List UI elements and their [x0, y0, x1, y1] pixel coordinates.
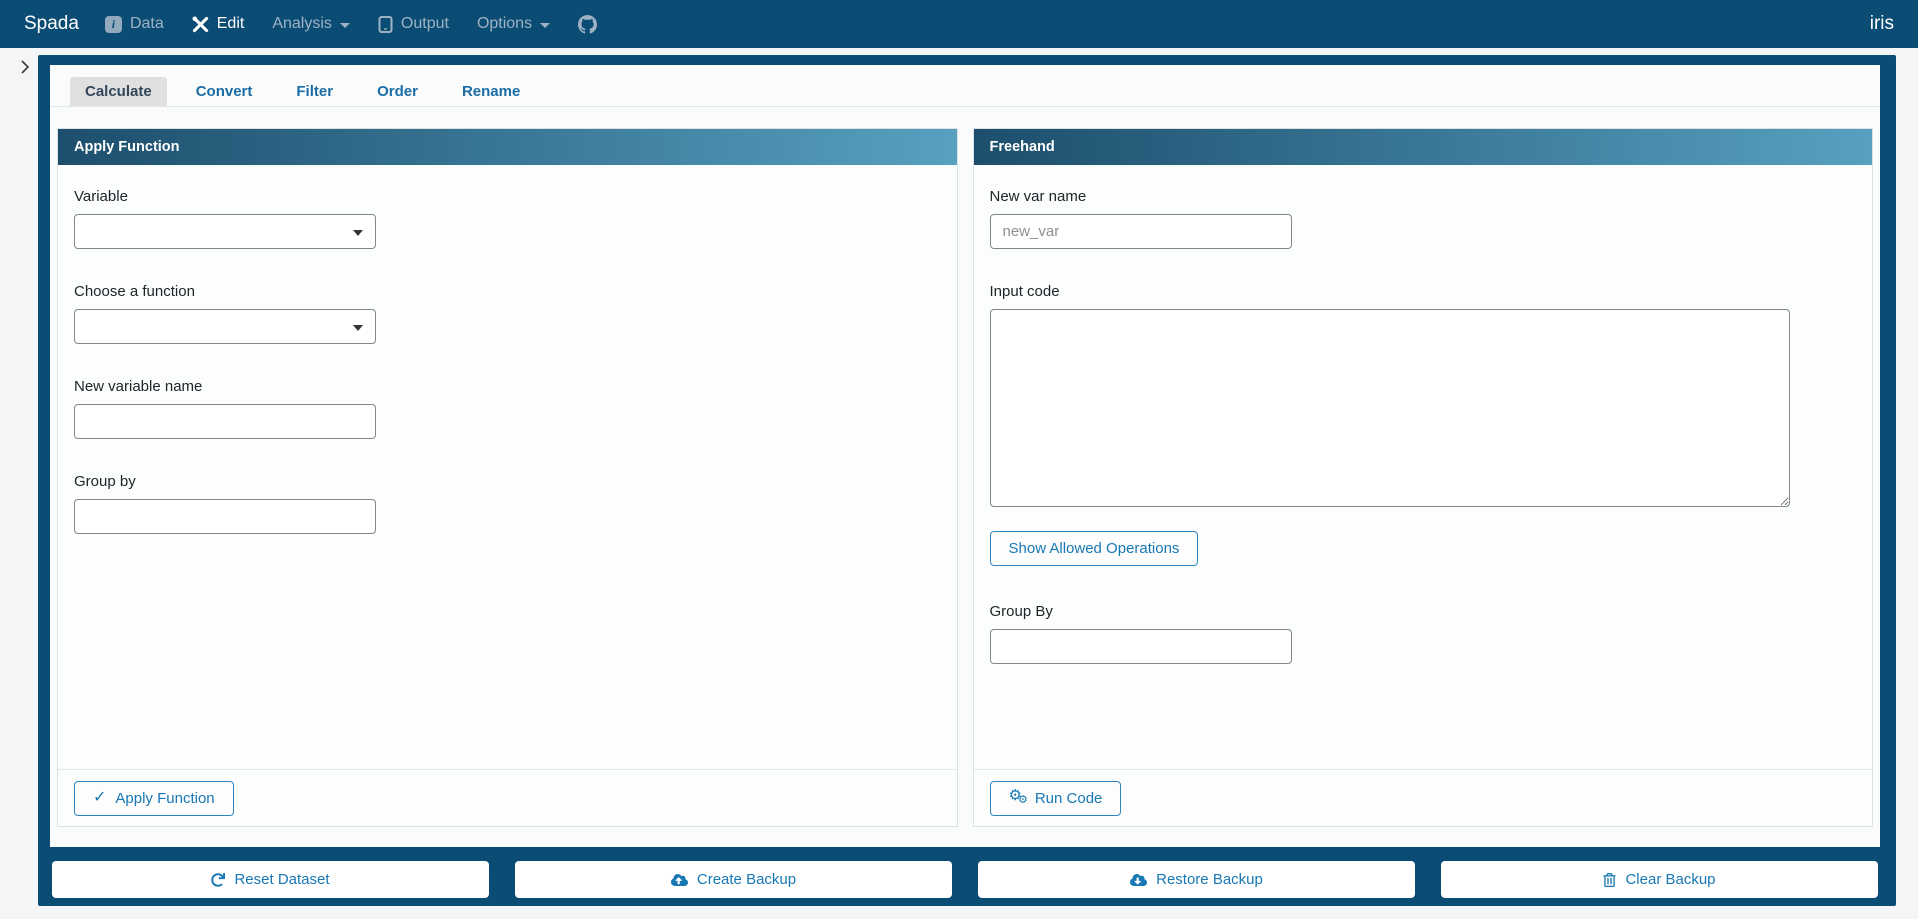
- group-by-input[interactable]: [74, 499, 376, 534]
- reset-dataset-label: Reset Dataset: [234, 871, 329, 888]
- restore-backup-button[interactable]: Restore Backup: [978, 861, 1415, 898]
- dropdown-caret-icon: [353, 325, 363, 331]
- check-icon: ✓: [93, 791, 106, 805]
- chevron-right-icon: [20, 59, 30, 80]
- freehand-panel: Freehand New var name Input code Show Al…: [973, 128, 1874, 827]
- caret-down-icon: [340, 23, 350, 28]
- apply-function-panel-footer: ✓ Apply Function: [58, 769, 957, 826]
- freehand-panel-body: New var name Input code Show Allowed Ope…: [974, 165, 1873, 769]
- brand-logo[interactable]: Spada: [24, 13, 79, 35]
- show-allowed-operations-button[interactable]: Show Allowed Operations: [990, 531, 1199, 566]
- nav-item-data[interactable]: i Data: [105, 15, 164, 33]
- cloud-download-icon: [1130, 873, 1147, 887]
- dataset-actions-strip: Reset Dataset Create Backup Restore Back…: [50, 847, 1880, 898]
- github-icon: [578, 15, 597, 34]
- function-select[interactable]: [74, 309, 376, 344]
- github-link[interactable]: [578, 15, 597, 34]
- cloud-upload-icon: [671, 873, 688, 887]
- main-frame: Calculate Convert Filter Order Rename Ap…: [38, 55, 1896, 906]
- caret-down-icon: [540, 23, 550, 28]
- freehand-group-by-label: Group By: [990, 602, 1857, 621]
- create-backup-button[interactable]: Create Backup: [515, 861, 952, 898]
- top-navbar: Spada i Data Edit Analysis Output: [0, 0, 1918, 48]
- tools-icon: [192, 16, 209, 33]
- apply-function-panel: Apply Function Variable Choose a functio…: [57, 128, 958, 827]
- new-var-name-input[interactable]: [990, 214, 1292, 249]
- nav-item-edit[interactable]: Edit: [192, 15, 245, 33]
- freehand-panel-title: Freehand: [974, 129, 1873, 165]
- nav-item-label: Output: [401, 15, 449, 33]
- nav-item-label: Data: [130, 15, 164, 33]
- edit-tabs: Calculate Convert Filter Order Rename: [50, 65, 1880, 107]
- nav-item-label: Analysis: [272, 15, 332, 33]
- nav-item-options[interactable]: Options: [477, 15, 550, 33]
- variable-select[interactable]: [74, 214, 376, 249]
- new-variable-name-label: New variable name: [74, 377, 941, 396]
- reset-dataset-button[interactable]: Reset Dataset: [52, 861, 489, 898]
- apply-function-button-label: Apply Function: [115, 790, 214, 807]
- sidebar-expand-toggle[interactable]: [15, 58, 35, 80]
- new-var-name-label: New var name: [990, 187, 1857, 206]
- redo-icon: [211, 873, 225, 887]
- restore-backup-label: Restore Backup: [1156, 871, 1263, 888]
- run-code-button[interactable]: ⚙⚙ Run Code: [990, 781, 1122, 816]
- clear-backup-button[interactable]: Clear Backup: [1441, 861, 1878, 898]
- apply-function-panel-body: Variable Choose a function New variable …: [58, 165, 957, 769]
- apply-function-panel-title: Apply Function: [58, 129, 957, 165]
- run-code-button-label: Run Code: [1035, 790, 1103, 807]
- gears-icon: ⚙⚙: [1009, 790, 1024, 806]
- group-by-label: Group by: [74, 472, 941, 491]
- function-label: Choose a function: [74, 282, 941, 301]
- tab-order[interactable]: Order: [362, 77, 433, 106]
- new-variable-name-input[interactable]: [74, 404, 376, 439]
- freehand-group-by-input[interactable]: [990, 629, 1292, 664]
- tab-convert[interactable]: Convert: [181, 77, 268, 106]
- create-backup-label: Create Backup: [697, 871, 796, 888]
- tab-calculate[interactable]: Calculate: [70, 77, 167, 106]
- content-area: Calculate Convert Filter Order Rename Ap…: [50, 65, 1880, 847]
- dropdown-caret-icon: [353, 230, 363, 236]
- nav-item-analysis[interactable]: Analysis: [272, 15, 350, 33]
- show-allowed-operations-label: Show Allowed Operations: [1009, 540, 1180, 557]
- nav-item-output[interactable]: Output: [378, 15, 449, 33]
- nav-item-label: Options: [477, 15, 532, 33]
- tab-filter[interactable]: Filter: [281, 77, 348, 106]
- tab-rename[interactable]: Rename: [447, 77, 535, 106]
- input-code-label: Input code: [990, 282, 1857, 301]
- info-icon: i: [105, 16, 122, 33]
- dataset-name: iris: [1870, 13, 1894, 35]
- panels-row: Apply Function Variable Choose a functio…: [50, 107, 1880, 827]
- nav-item-label: Edit: [217, 15, 245, 33]
- freehand-panel-footer: ⚙⚙ Run Code: [974, 769, 1873, 826]
- input-code-textarea[interactable]: [990, 309, 1790, 507]
- clear-backup-label: Clear Backup: [1625, 871, 1715, 888]
- tablet-icon: [378, 16, 393, 33]
- apply-function-button[interactable]: ✓ Apply Function: [74, 781, 234, 816]
- trash-icon: [1603, 873, 1616, 887]
- variable-label: Variable: [74, 187, 941, 206]
